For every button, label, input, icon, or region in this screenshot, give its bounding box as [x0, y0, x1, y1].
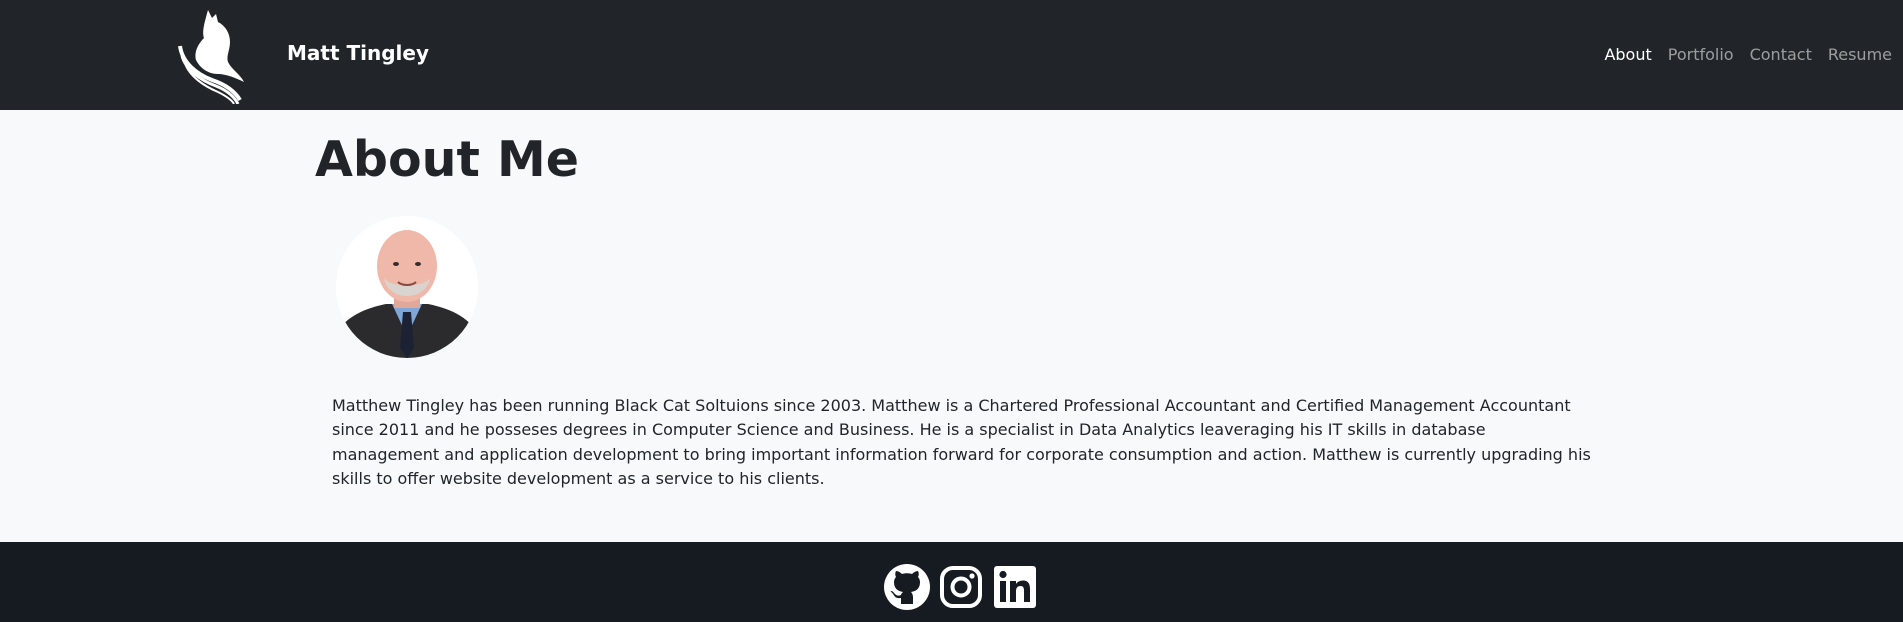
- bio-paragraph: Matthew Tingley has been running Black C…: [332, 396, 1591, 488]
- nav-about[interactable]: About: [1596, 42, 1659, 68]
- nav-resume[interactable]: Resume: [1820, 42, 1900, 68]
- nav-portfolio[interactable]: Portfolio: [1660, 42, 1742, 68]
- github-icon[interactable]: [884, 564, 930, 610]
- nav-links: About Portfolio Contact Resume: [1596, 42, 1900, 68]
- page-title: About Me: [315, 131, 580, 188]
- avatar: [336, 216, 478, 358]
- social-links: [884, 564, 1038, 610]
- black-cat-logo-icon[interactable]: [178, 8, 248, 105]
- linkedin-icon[interactable]: [992, 564, 1038, 610]
- footer: [0, 542, 1903, 622]
- brand-name[interactable]: Matt Tingley: [287, 40, 429, 66]
- nav-contact[interactable]: Contact: [1742, 42, 1820, 68]
- navbar: Matt Tingley About Portfolio Contact Res…: [0, 0, 1903, 110]
- instagram-icon[interactable]: [938, 564, 984, 610]
